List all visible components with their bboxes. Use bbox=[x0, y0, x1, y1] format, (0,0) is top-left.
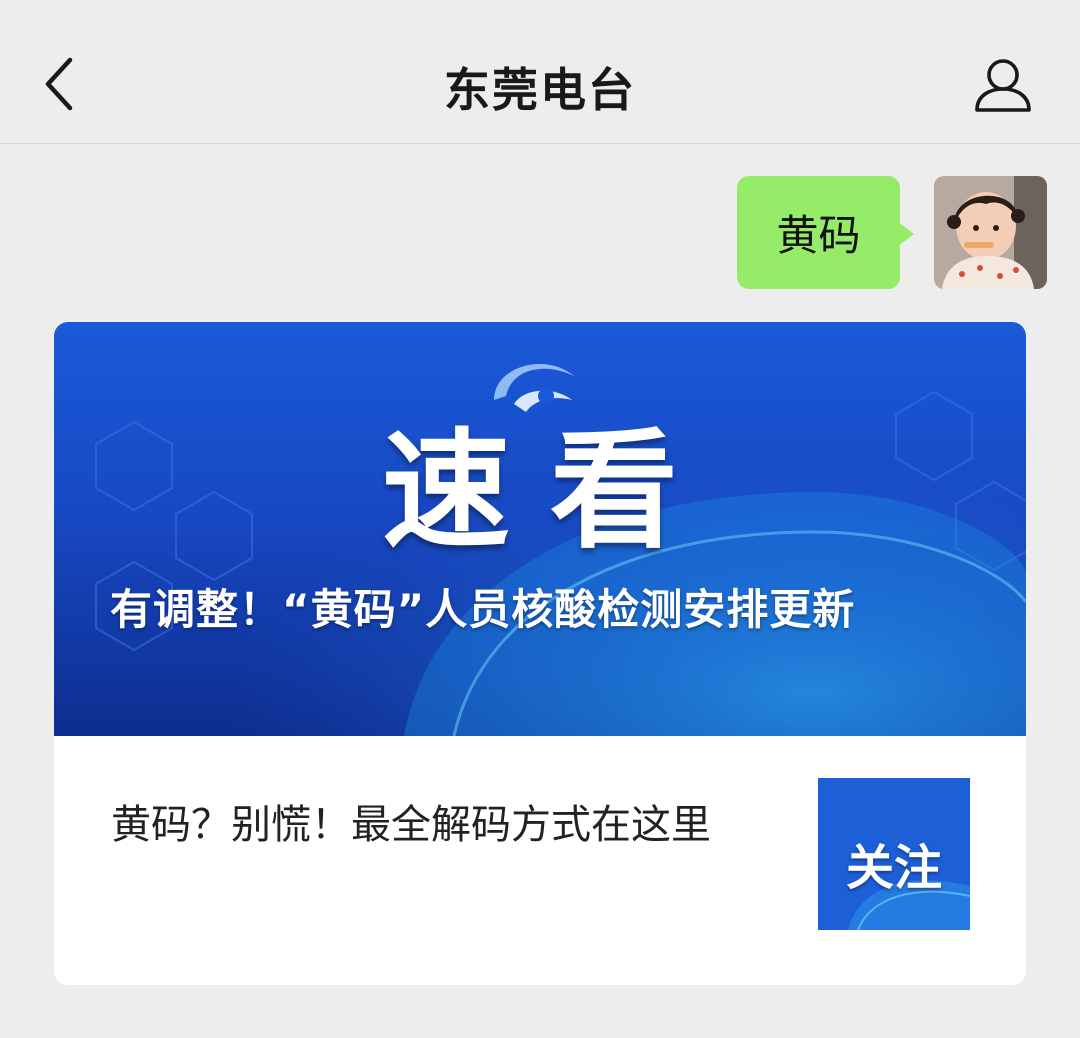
brand-logo bbox=[494, 363, 574, 412]
article-card[interactable]: 速看 有调整！“黄码”人员核酸检测安排更新 黄码？别慌！最全解码方式在这里 关注 bbox=[54, 322, 1026, 985]
profile-button[interactable] bbox=[972, 56, 1034, 114]
message-text: 黄码 bbox=[776, 211, 861, 260]
thumbnail-text: 关注 bbox=[845, 840, 942, 896]
article-summary: 黄码？别慌！最全解码方式在这里 bbox=[111, 802, 711, 848]
article-headline: 有调整！“黄码”人员核酸检测安排更新 bbox=[110, 585, 856, 634]
page-title: 东莞电台 bbox=[444, 63, 636, 117]
article-cover: 速看 有调整！“黄码”人员核酸检测安排更新 bbox=[54, 322, 1026, 736]
message-bubble[interactable]: 黄码 bbox=[737, 176, 900, 289]
navigation-bar: 东莞电台 bbox=[0, 0, 1080, 144]
article-info: 黄码？别慌！最全解码方式在这里 关注 bbox=[54, 736, 1026, 985]
user-avatar[interactable] bbox=[934, 176, 1047, 289]
message-row: 黄码 bbox=[0, 176, 1080, 290]
avatar-image bbox=[934, 176, 1047, 289]
article-thumbnail: 关注 bbox=[818, 778, 970, 930]
person-icon bbox=[975, 59, 1031, 112]
cover-brand-text: 速看 bbox=[382, 417, 719, 566]
bubble-tail bbox=[898, 222, 914, 246]
